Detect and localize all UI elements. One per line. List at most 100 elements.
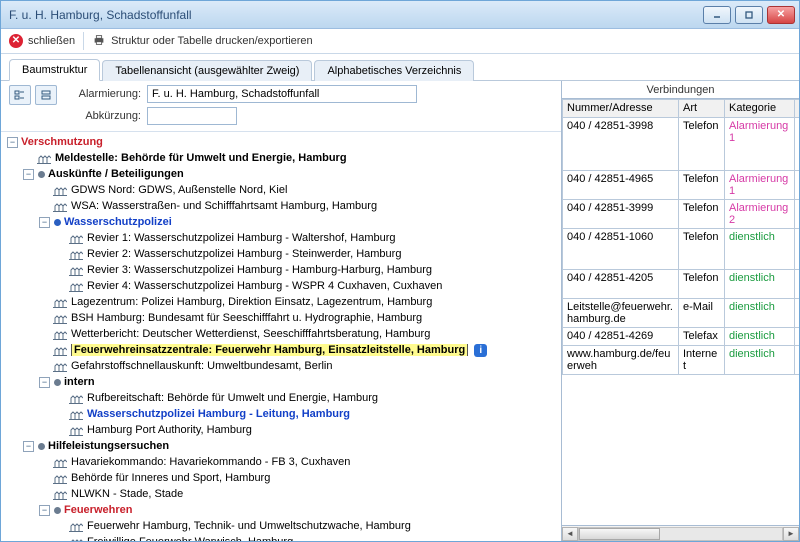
cell-address: 040 / 42851-4269 bbox=[563, 328, 679, 346]
minimize-button[interactable] bbox=[703, 6, 731, 24]
tree-label: Feuerwehreinsatzzentrale: Feuerwehr Hamb… bbox=[71, 344, 468, 356]
tree-node[interactable]: Revier 2: Wasserschutzpolizei Hamburg - … bbox=[1, 246, 561, 262]
tree-label: GDWS Nord: GDWS, Außenstelle Nord, Kiel bbox=[71, 184, 287, 196]
tree-label: Wasserschutzpolizei Hamburg - Leitung, H… bbox=[87, 408, 350, 420]
cell-bemerkung bbox=[795, 200, 800, 229]
print-label: Struktur oder Tabelle drucken/exportiere… bbox=[111, 35, 313, 47]
tree-node[interactable]: Revier 4: Wasserschutzpolizei Hamburg - … bbox=[1, 278, 561, 294]
building-icon bbox=[53, 185, 67, 196]
building-icon bbox=[53, 329, 67, 340]
col-art[interactable]: Art bbox=[679, 100, 725, 118]
tree-node[interactable]: −Wasserschutzpolizei bbox=[1, 214, 561, 230]
bullet-icon bbox=[38, 171, 45, 178]
table-row[interactable]: 040 / 42851-3998TelefonAlarmierung 1Schw… bbox=[563, 118, 800, 171]
cell-address: 040 / 42851-1060 bbox=[563, 229, 679, 270]
tree-node[interactable]: Meldestelle: Behörde für Umwelt und Ener… bbox=[1, 150, 561, 166]
cell-kategorie: dienstlich bbox=[725, 328, 795, 346]
building-icon bbox=[69, 233, 83, 244]
tab-tabellenansicht[interactable]: Tabellenansicht (ausgewählter Zweig) bbox=[102, 60, 312, 81]
tree-label: Revier 1: Wasserschutzpolizei Hamburg - … bbox=[87, 232, 396, 244]
printer-icon bbox=[92, 33, 106, 50]
tree-node[interactable]: −Verschmutzung bbox=[1, 134, 561, 150]
tree-scroll[interactable]: −VerschmutzungMeldestelle: Behörde für U… bbox=[1, 132, 561, 541]
tree-toggle[interactable]: − bbox=[39, 505, 50, 516]
print-export-button[interactable]: Struktur oder Tabelle drucken/exportiere… bbox=[92, 33, 313, 50]
cell-bemerkung: Geschäftsz... bbox=[795, 270, 800, 299]
bullet-icon bbox=[54, 507, 61, 514]
tree-label: Verschmutzung bbox=[21, 136, 103, 148]
tree-node[interactable]: −intern bbox=[1, 374, 561, 390]
h-scrollbar[interactable]: ◄ ► bbox=[562, 525, 799, 541]
scroll-track[interactable] bbox=[578, 527, 783, 541]
expand-all-button[interactable] bbox=[9, 85, 31, 105]
close-button[interactable]: ✕ schließen bbox=[9, 34, 75, 48]
building-icon bbox=[37, 153, 51, 164]
tree-node[interactable]: Lagezentrum: Polizei Hamburg, Direktion … bbox=[1, 294, 561, 310]
col-bemerkung[interactable]: Bemerkung bbox=[795, 100, 800, 118]
tree-node[interactable]: Revier 3: Wasserschutzpolizei Hamburg - … bbox=[1, 262, 561, 278]
tab-baumstruktur[interactable]: Baumstruktur bbox=[9, 59, 100, 81]
tree-node[interactable]: − Hilfeleistungsersuchen bbox=[1, 438, 561, 454]
tree-node[interactable]: Freiwillige Feuerwehr Warwisch, Hamburg bbox=[1, 534, 561, 541]
bullet-icon bbox=[38, 443, 45, 450]
table-row[interactable]: Leitstelle@feuerwehr.hamburg.dee-Maildie… bbox=[563, 299, 800, 328]
building-icon bbox=[69, 393, 83, 404]
tree-node[interactable]: WSA: Wasserstraßen- und Schifffahrtsamt … bbox=[1, 198, 561, 214]
right-panel-title: Verbindungen bbox=[562, 81, 799, 99]
table-row[interactable]: 040 / 42851-3999TelefonAlarmierung 2 bbox=[563, 200, 800, 229]
tree-node[interactable]: Feuerwehreinsatzzentrale: Feuerwehr Hamb… bbox=[1, 342, 561, 358]
table-row[interactable]: 040 / 42851-1060TelefondienstlichLeiter … bbox=[563, 229, 800, 270]
tree-node[interactable]: Behörde für Inneres und Sport, Hamburg bbox=[1, 470, 561, 486]
tree-label: Meldestelle: Behörde für Umwelt und Ener… bbox=[55, 152, 347, 164]
alarm-label: Alarmierung: bbox=[67, 88, 141, 100]
tree-label: Revier 4: Wasserschutzpolizei Hamburg - … bbox=[87, 280, 442, 292]
scroll-left-button[interactable]: ◄ bbox=[562, 527, 578, 541]
tree-node[interactable]: Havariekommando: Havariekommando - FB 3,… bbox=[1, 454, 561, 470]
building-icon bbox=[69, 521, 83, 532]
maximize-button[interactable] bbox=[735, 6, 763, 24]
col-kategorie[interactable]: Kategorie bbox=[725, 100, 795, 118]
tree-label: Hilfeleistungsersuchen bbox=[48, 440, 169, 452]
tree-label: Revier 2: Wasserschutzpolizei Hamburg - … bbox=[87, 248, 401, 260]
table-row[interactable]: 040 / 42851-4205TelefondienstlichGeschäf… bbox=[563, 270, 800, 299]
scroll-right-button[interactable]: ► bbox=[783, 527, 799, 541]
tree-node[interactable]: GDWS Nord: GDWS, Außenstelle Nord, Kiel bbox=[1, 182, 561, 198]
tree-toggle[interactable]: − bbox=[23, 169, 34, 180]
info-icon[interactable]: i bbox=[474, 344, 487, 357]
table-row[interactable]: 040 / 42851-4965TelefonAlarmierung 1BBE … bbox=[563, 171, 800, 200]
tree-node[interactable]: NLWKN - Stade, Stade bbox=[1, 486, 561, 502]
abk-input[interactable] bbox=[147, 107, 237, 125]
col-nummer[interactable]: Nummer/Adresse bbox=[563, 100, 679, 118]
tree-node[interactable]: Revier 1: Wasserschutzpolizei Hamburg - … bbox=[1, 230, 561, 246]
tree-label: Gefahrstoffschnellauskunft: Umweltbundes… bbox=[71, 360, 332, 372]
tab-alphabetisches[interactable]: Alphabetisches Verzeichnis bbox=[314, 60, 474, 81]
tree-label: Auskünfte / Beteiligungen bbox=[48, 168, 184, 180]
tree-node[interactable]: Hamburg Port Authority, Hamburg bbox=[1, 422, 561, 438]
table-row[interactable]: 040 / 42851-4269TelefaxdienstlichBBE / V… bbox=[563, 328, 800, 346]
alarm-input[interactable] bbox=[147, 85, 417, 103]
tree-node[interactable]: Gefahrstoffschnellauskunft: Umweltbundes… bbox=[1, 358, 561, 374]
close-window-button[interactable]: ✕ bbox=[767, 6, 795, 24]
tree-node[interactable]: Feuerwehr Hamburg, Technik- und Umweltsc… bbox=[1, 518, 561, 534]
tree-node[interactable]: BSH Hamburg: Bundesamt für Seeschifffahr… bbox=[1, 310, 561, 326]
tree-node[interactable]: Wetterbericht: Deutscher Wetterdienst, S… bbox=[1, 326, 561, 342]
table-row[interactable]: www.hamburg.de/feuerwehInternetdienstlic… bbox=[563, 346, 800, 375]
tree-node[interactable]: −Feuerwehren bbox=[1, 502, 561, 518]
tree-label: Freiwillige Feuerwehr Warwisch, Hamburg bbox=[87, 536, 293, 541]
connections-grid-wrap[interactable]: Nummer/Adresse Art Kategorie Bemerkung 0… bbox=[562, 99, 799, 525]
tree-node[interactable]: Wasserschutzpolizei Hamburg - Leitung, H… bbox=[1, 406, 561, 422]
tree-toggle[interactable]: − bbox=[39, 377, 50, 388]
building-icon bbox=[53, 457, 67, 468]
tree-toggle[interactable]: − bbox=[7, 137, 18, 148]
building-icon bbox=[53, 473, 67, 484]
building-icon bbox=[69, 425, 83, 436]
building-icon bbox=[53, 345, 67, 356]
collapse-all-button[interactable] bbox=[35, 85, 57, 105]
tree-node[interactable]: − Auskünfte / Beteiligungen bbox=[1, 166, 561, 182]
tree-label: Behörde für Inneres und Sport, Hamburg bbox=[71, 472, 270, 484]
tree-toggle[interactable]: − bbox=[39, 217, 50, 228]
tree-node[interactable]: Rufbereitschaft: Behörde für Umwelt und … bbox=[1, 390, 561, 406]
scroll-thumb[interactable] bbox=[579, 528, 660, 540]
tree-label: Hamburg Port Authority, Hamburg bbox=[87, 424, 252, 436]
tree-toggle[interactable]: − bbox=[23, 441, 34, 452]
